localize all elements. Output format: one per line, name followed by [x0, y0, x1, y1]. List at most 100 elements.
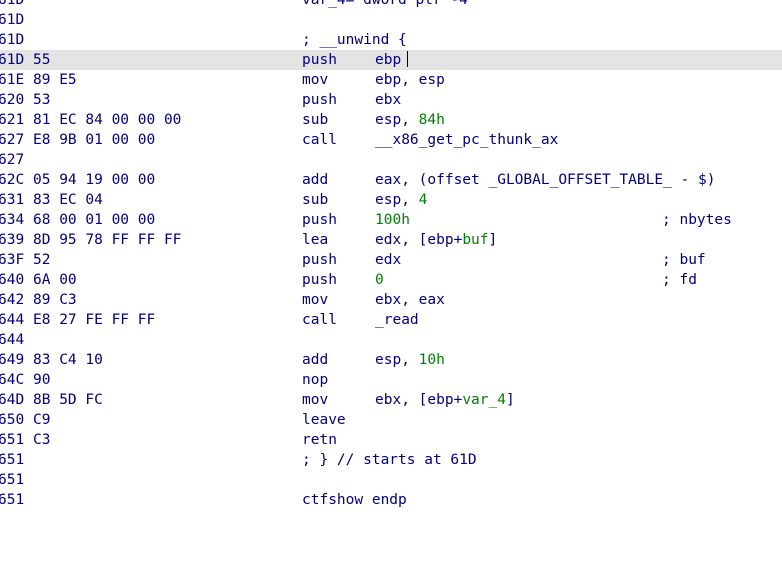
- address: 64C: [0, 372, 25, 388]
- listing-line-12[interactable]: 639 8D 95 78 FF FF FF lea edx, [ebp+buf]: [0, 230, 782, 250]
- address: 627: [0, 132, 25, 148]
- opcode-bytes: 6A 00: [33, 272, 77, 288]
- address: 644: [0, 312, 25, 328]
- comment: ; nbytes: [662, 212, 732, 228]
- opcode-bytes: 52: [33, 252, 51, 268]
- listing-line-2[interactable]: 61D ; __unwind {: [0, 30, 782, 50]
- listing-line-8[interactable]: 627: [0, 150, 782, 170]
- mnemonic: push: [302, 92, 337, 108]
- address: 642: [0, 292, 25, 308]
- operands: ebx, eax: [375, 292, 445, 308]
- opcode-bytes: 8D 95 78 FF FF FF: [33, 232, 182, 248]
- opcode-bytes: 83 EC 04: [33, 192, 103, 208]
- stack-variable[interactable]: buf: [462, 232, 488, 248]
- mnemonic: push: [302, 52, 337, 68]
- mnemonic: mov: [302, 292, 329, 308]
- listing-line-4[interactable]: 61E 89 E5 mov ebp, esp: [0, 70, 782, 90]
- operands: ebx: [375, 92, 402, 108]
- mnemonic: retn: [302, 432, 337, 448]
- listing-line-10[interactable]: 631 83 EC 04 sub esp, 4: [0, 190, 782, 210]
- unwind-comment: ; __unwind {: [302, 32, 407, 48]
- opcode-bytes: 89 C3: [33, 292, 77, 308]
- operand-text: ebx, [ebp+: [375, 392, 463, 408]
- operands: edx, [ebp+buf]: [375, 230, 497, 250]
- listing-line-9[interactable]: 62C 05 94 19 00 00 add eax, (offset _GLO…: [0, 170, 782, 190]
- call-target[interactable]: _read: [375, 310, 419, 330]
- operands: esp, 84h: [375, 110, 445, 130]
- address: 61D: [0, 52, 25, 68]
- operands: ebp: [375, 50, 409, 70]
- stack-variable[interactable]: var_4: [462, 392, 506, 408]
- opcode-bytes: 89 E5: [33, 72, 77, 88]
- opcode-bytes: E8 9B 01 00 00: [33, 132, 156, 148]
- listing-line-24[interactable]: 651: [0, 470, 782, 490]
- mnemonic: mov: [302, 72, 329, 88]
- opcode-bytes: 55: [33, 52, 51, 68]
- listing-line-13[interactable]: 63F 52 push edx ; buf: [0, 250, 782, 270]
- address: 651: [0, 492, 25, 508]
- immediate-value: 10h: [418, 352, 445, 368]
- address: 649: [0, 352, 25, 368]
- listing-line-5[interactable]: 620 53 push ebx: [0, 90, 782, 110]
- address: 61D: [0, 32, 25, 48]
- immediate-value: 4: [418, 192, 428, 208]
- address: 61E: [0, 72, 25, 88]
- mnemonic: add: [302, 352, 329, 368]
- address: 651: [0, 452, 25, 468]
- mnemonic: leave: [302, 412, 346, 428]
- opcode-bytes: 81 EC 84 00 00 00: [33, 112, 182, 128]
- mnemonic: sub: [302, 192, 329, 208]
- listing-line-14[interactable]: 640 6A 00 push 0 ; fd: [0, 270, 782, 290]
- listing-line-21[interactable]: 650 C9 leave: [0, 410, 782, 430]
- address: 634: [0, 212, 25, 228]
- disassembly-listing[interactable]: 61D var_4= dword ptr -4 61D 61D ; __unwi…: [0, 0, 782, 510]
- immediate-value: 100h: [375, 212, 410, 228]
- listing-line-1[interactable]: 61D: [0, 10, 782, 30]
- operand-text: ]: [488, 232, 498, 248]
- opcode-bytes: C9: [33, 412, 51, 428]
- text-cursor: [407, 51, 409, 67]
- operands: ebp, esp: [375, 72, 445, 88]
- listing-line-16[interactable]: 644 E8 27 FE FF FF call _read: [0, 310, 782, 330]
- address: 631: [0, 192, 25, 208]
- operands: esp, 4: [375, 190, 427, 210]
- listing-line-22[interactable]: 651 C3 retn: [0, 430, 782, 450]
- unwind-end-comment: ; } // starts at 61D: [302, 452, 477, 468]
- listing-line-18[interactable]: 649 83 C4 10 add esp, 10h: [0, 350, 782, 370]
- address: 644: [0, 332, 25, 348]
- operands: ebx, [ebp+var_4]: [375, 390, 515, 410]
- listing-line-11[interactable]: 634 68 00 01 00 00 push 100h ; nbytes: [0, 210, 782, 230]
- listing-line-current[interactable]: 61D 55 push ebp: [0, 50, 782, 70]
- address: 621: [0, 112, 25, 128]
- operand-text: ]: [505, 392, 515, 408]
- operand-text: esp,: [375, 112, 419, 128]
- mnemonic: call: [302, 132, 337, 148]
- operand-text: edx, [ebp+: [375, 232, 463, 248]
- listing-line-15[interactable]: 642 89 C3 mov ebx, eax: [0, 290, 782, 310]
- listing-line-25[interactable]: 651 ctfshow endp: [0, 490, 782, 510]
- address: 651: [0, 472, 25, 488]
- address: 651: [0, 432, 25, 448]
- opcode-bytes: 83 C4 10: [33, 352, 103, 368]
- listing-line-0[interactable]: 61D var_4= dword ptr -4: [0, 0, 782, 10]
- mnemonic: push: [302, 272, 337, 288]
- listing-line-19[interactable]: 64C 90 nop: [0, 370, 782, 390]
- mnemonic: push: [302, 212, 337, 228]
- call-target[interactable]: __x86_get_pc_thunk_ax: [375, 130, 558, 150]
- listing-line-7[interactable]: 627 E8 9B 01 00 00 call __x86_get_pc_thu…: [0, 130, 782, 150]
- address: 63F: [0, 252, 25, 268]
- mnemonic: push: [302, 252, 337, 268]
- listing-line-23[interactable]: 651 ; } // starts at 61D: [0, 450, 782, 470]
- listing-line-20[interactable]: 64D 8B 5D FC mov ebx, [ebp+var_4]: [0, 390, 782, 410]
- opcode-bytes: E8 27 FE FF FF: [33, 312, 156, 328]
- listing-line-17[interactable]: 644: [0, 330, 782, 350]
- mnemonic: lea: [302, 232, 329, 248]
- immediate-value: 0: [375, 272, 384, 288]
- address: 639: [0, 232, 25, 248]
- opcode-bytes: 05 94 19 00 00: [33, 172, 156, 188]
- listing-line-6[interactable]: 621 81 EC 84 00 00 00 sub esp, 84h: [0, 110, 782, 130]
- address: 627: [0, 152, 25, 168]
- immediate-value: 84h: [418, 112, 445, 128]
- opcode-bytes: 90: [33, 372, 51, 388]
- operand-text: esp,: [375, 352, 419, 368]
